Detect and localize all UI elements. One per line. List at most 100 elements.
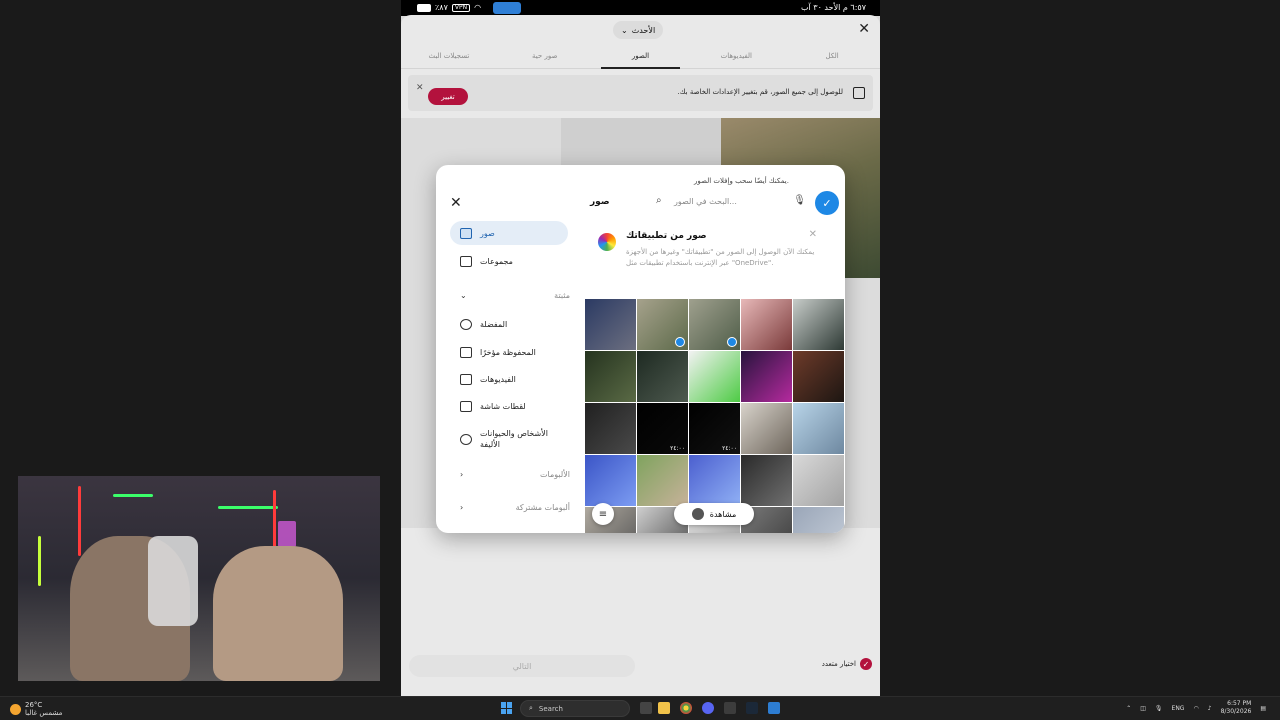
chevron-right-icon: › — [460, 470, 464, 479]
photo-thumbnail[interactable] — [585, 455, 636, 506]
chrome-icon[interactable] — [680, 702, 692, 714]
network-icon[interactable]: ◫ — [1140, 705, 1146, 712]
photo-thumbnail[interactable] — [741, 455, 792, 506]
neon-light — [113, 494, 153, 497]
photo-thumbnail[interactable] — [585, 403, 636, 454]
notification-icon[interactable]: ▤ — [1260, 705, 1266, 712]
streamer-right — [213, 546, 343, 681]
wifi-icon[interactable]: ◠ — [1193, 705, 1198, 712]
banner-close-icon[interactable]: ✕ — [416, 83, 424, 93]
tab-photos[interactable]: الصور — [593, 47, 689, 69]
section-pinned[interactable]: ⌄ مثبتة — [460, 291, 570, 300]
status-icons: ٪٨٧ VPN ◠ — [417, 3, 481, 12]
permission-banner: للوصول إلى جميع الصور، قم بتغيير الإعداد… — [408, 75, 873, 111]
clock[interactable]: 6:57 PM 8/30/2026 — [1221, 700, 1252, 716]
video-icon — [460, 373, 472, 385]
media-tabs: الكل الفيديوهات الصور صور حية تسجيلات ال… — [401, 47, 880, 69]
sort-dropdown-label: الأحدث — [631, 25, 656, 35]
windows-start-icon[interactable] — [501, 702, 513, 714]
tab-videos[interactable]: الفيديوهات — [688, 47, 784, 68]
weather-widget[interactable]: 26°C مشمس غالبا — [10, 701, 62, 717]
sidebar-item-people[interactable]: الأشخاص والحيوانات الأليفة — [450, 423, 568, 455]
photo-thumbnail[interactable] — [741, 351, 792, 402]
photo-thumbnail[interactable] — [689, 351, 740, 402]
photos-app-taskbar-icon[interactable] — [768, 702, 780, 714]
close-dialog-button[interactable]: ✕ — [450, 195, 462, 211]
photo-thumbnail[interactable]: ٢٤:٠٠ — [689, 403, 740, 454]
steam-icon[interactable] — [746, 702, 758, 714]
sheet-header: ⌄ الأحدث ✕ — [401, 15, 880, 45]
banner-text: للوصول إلى جميع الصور، قم بتغيير الإعداد… — [677, 88, 843, 96]
sidebar-item-screenshots[interactable]: لقطات شاشة — [450, 394, 568, 418]
sort-dropdown[interactable]: ⌄ الأحدث — [613, 21, 664, 39]
webcam-overlay — [18, 476, 380, 681]
selected-check-icon — [727, 337, 737, 347]
tab-streams[interactable]: تسجيلات البث — [401, 47, 497, 68]
promo-card: صور من تطبيقاتك يمكنك الآن الوصول إلى ال… — [596, 225, 831, 295]
chevron-right-icon: › — [460, 503, 464, 512]
battery-icon — [417, 3, 431, 12]
battery-text: ٪٨٧ — [435, 3, 448, 12]
photo-thumbnail[interactable]: ٢٤:٠٠ — [637, 403, 688, 454]
mic-icon[interactable]: 🎙 — [1155, 705, 1163, 712]
section-shared-label: ألبومات مشتركة — [515, 503, 570, 512]
change-settings-button[interactable]: تغيير — [428, 88, 468, 105]
taskbar-search[interactable]: ⌕ Search — [520, 700, 630, 717]
viewing-pill[interactable]: مشاهدة — [674, 503, 754, 525]
screen-cast-icon[interactable] — [493, 2, 521, 14]
check-icon: ✓ — [860, 658, 872, 670]
section-shared-albums[interactable]: › ألبومات مشتركة — [460, 503, 570, 512]
thumbnail-grid: ٢٤:٠٠ ٢٤:٠٠ — [585, 299, 845, 533]
sidebar-item-label: الفيديوهات — [480, 374, 516, 384]
tab-live-photos[interactable]: صور حية — [497, 47, 593, 68]
vpn-badge: VPN — [451, 3, 471, 12]
app-icon[interactable] — [724, 702, 736, 714]
section-pinned-label: مثبتة — [554, 291, 570, 300]
close-sheet-button[interactable]: ✕ — [858, 21, 870, 37]
system-tray: ⌃ ◫ 🎙 ENG ◠ ♪ 6:57 PM 8/30/2026 ▤ — [1126, 700, 1266, 716]
sidebar-item-favorites[interactable]: المفضلة — [450, 312, 568, 336]
photo-thumbnail[interactable] — [689, 455, 740, 506]
tab-all[interactable]: الكل — [784, 47, 880, 68]
photo-thumbnail[interactable] — [793, 299, 844, 350]
file-explorer-icon[interactable] — [658, 702, 670, 714]
done-button[interactable]: ✓ — [815, 191, 839, 215]
neon-light — [78, 486, 81, 556]
picker-sidebar: صور مجموعات ⌄ مثبتة المفضلة المحفوظة مؤخ… — [450, 221, 570, 521]
photo-thumbnail[interactable] — [585, 299, 636, 350]
photo-thumbnail[interactable] — [741, 299, 792, 350]
viewing-pill-label: مشاهدة — [709, 509, 737, 519]
sort-button[interactable]: ≡ — [592, 503, 614, 525]
photo-thumbnail[interactable] — [637, 351, 688, 402]
multi-select-toggle[interactable]: ✓ اختيار متعدد — [822, 658, 872, 670]
photo-thumbnail[interactable] — [793, 455, 844, 506]
chevron-up-icon[interactable]: ⌃ — [1126, 705, 1131, 712]
photo-thumbnail[interactable] — [585, 351, 636, 402]
gaming-chair — [148, 536, 198, 626]
weather-temp: 26°C — [25, 701, 43, 709]
language-indicator[interactable]: ENG — [1172, 705, 1185, 712]
sidebar-item-recent[interactable]: المحفوظة مؤخرًا — [450, 340, 568, 364]
photo-thumbnail[interactable] — [741, 403, 792, 454]
photo-thumbnail[interactable] — [637, 299, 688, 350]
next-button[interactable]: التالي — [409, 655, 635, 677]
sidebar-item-photos[interactable]: صور — [450, 221, 568, 245]
volume-icon[interactable]: ♪ — [1208, 705, 1212, 712]
photo-thumbnail[interactable] — [793, 403, 844, 454]
sidebar-item-collections[interactable]: مجموعات — [450, 249, 568, 273]
multi-select-label: اختيار متعدد — [821, 660, 856, 668]
heart-icon — [460, 318, 472, 330]
sidebar-item-videos[interactable]: الفيديوهات — [450, 367, 568, 391]
microphone-icon[interactable]: 🎙 — [793, 195, 806, 206]
photo-thumbnail[interactable] — [793, 351, 844, 402]
promo-close-icon[interactable]: ✕ — [809, 229, 817, 240]
photos-search-input[interactable]: ⌕ البحث في الصور... 🎙 — [656, 195, 806, 211]
discord-icon[interactable] — [702, 702, 714, 714]
sidebar-item-label: المفضلة — [480, 319, 508, 329]
section-albums[interactable]: › الألبومات — [460, 470, 570, 479]
photo-thumbnail[interactable] — [689, 299, 740, 350]
task-view-icon[interactable] — [640, 702, 652, 714]
photo-thumbnail[interactable] — [637, 455, 688, 506]
photos-icon — [460, 227, 472, 239]
photo-thumbnail[interactable] — [793, 507, 844, 533]
